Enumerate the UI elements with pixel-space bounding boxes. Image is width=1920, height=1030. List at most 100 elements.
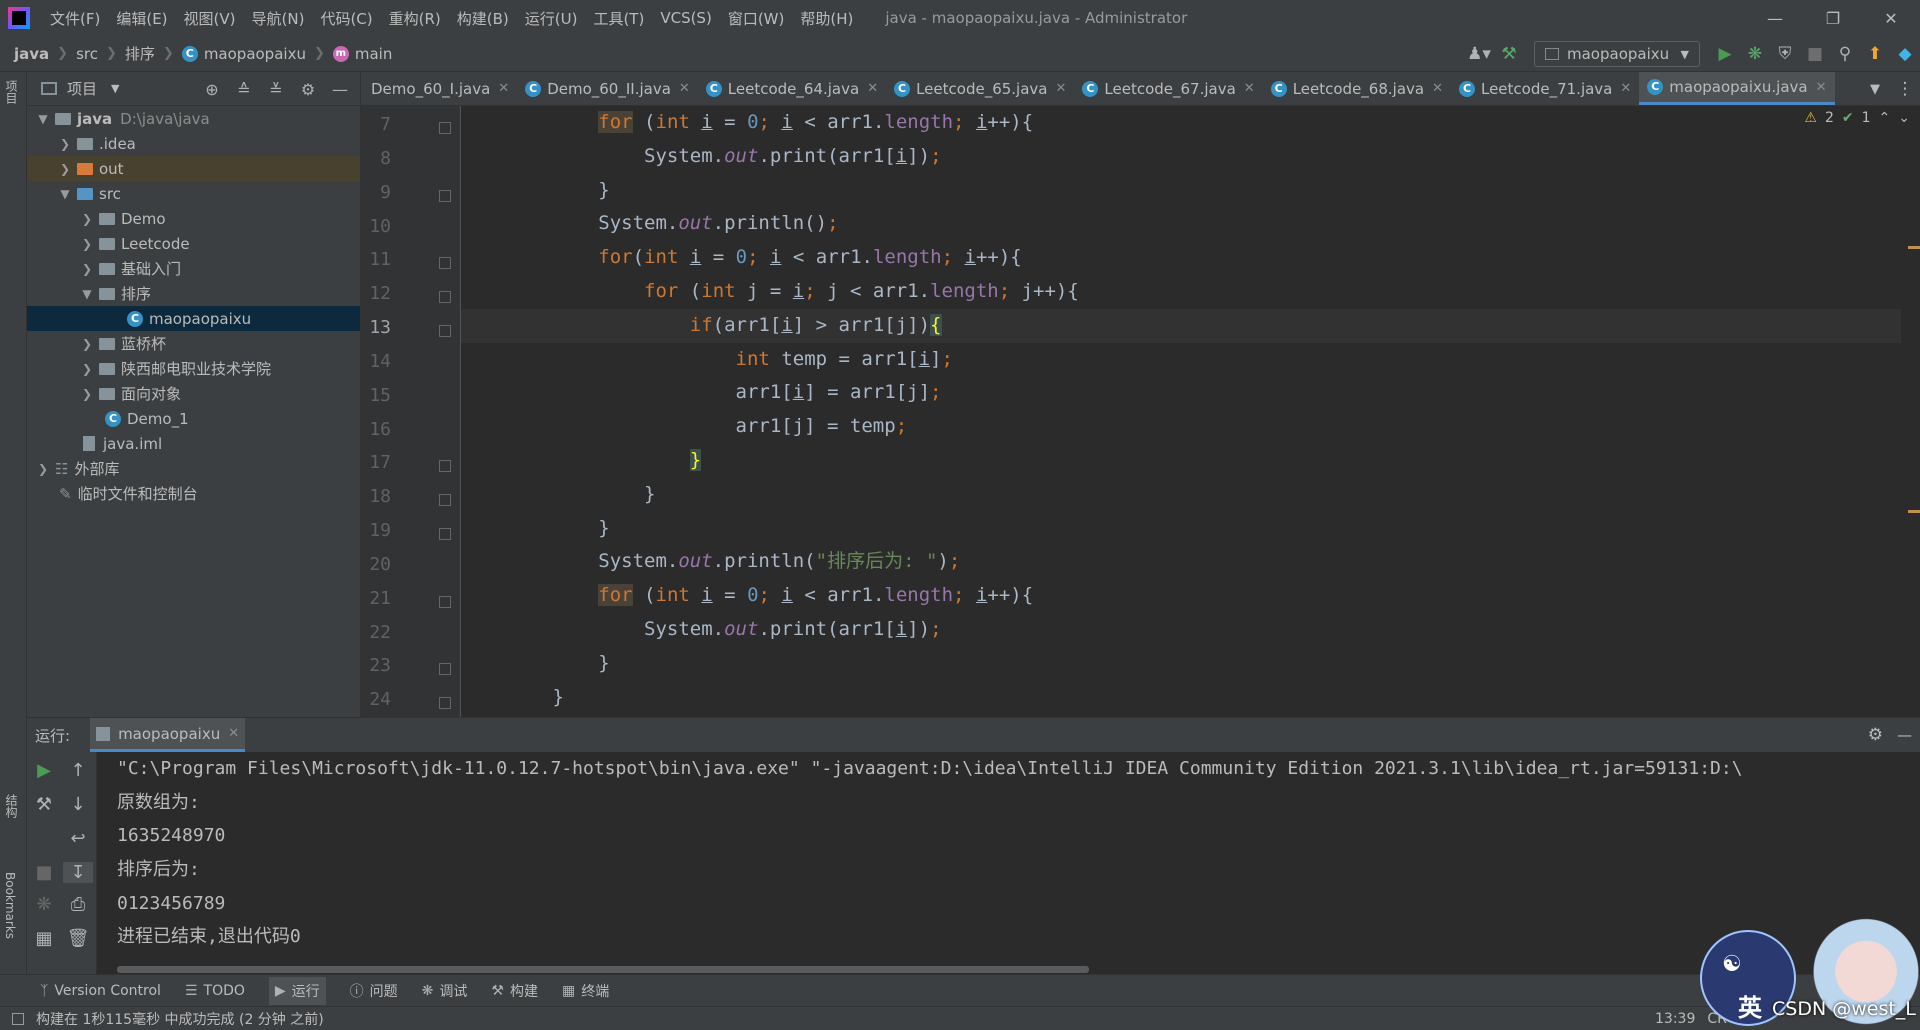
- breadcrumb-method[interactable]: m main: [332, 45, 392, 63]
- menu-tools[interactable]: 工具(T): [585, 8, 652, 29]
- close-icon[interactable]: ✕: [867, 81, 878, 96]
- chevron-right-icon[interactable]: ❯: [79, 362, 95, 376]
- tree-item-sort[interactable]: ▼ 排序: [27, 281, 360, 306]
- fold-marker-icon[interactable]: [439, 190, 451, 202]
- project-panel-title[interactable]: 项目: [67, 78, 97, 99]
- tab-demo-60-ii[interactable]: C Demo_60_II.java ✕: [517, 72, 698, 105]
- menu-code[interactable]: 代码(C): [312, 8, 380, 29]
- chevron-right-icon[interactable]: ❯: [79, 212, 95, 226]
- tree-item-demo1[interactable]: C Demo_1: [27, 406, 360, 431]
- build-hammer-icon[interactable]: ⚒: [1494, 39, 1524, 69]
- close-icon[interactable]: ✕: [1244, 81, 1255, 96]
- trash-icon[interactable]: 🗑: [63, 928, 93, 949]
- fold-marker-icon[interactable]: [439, 697, 451, 709]
- chevron-down-icon[interactable]: ▼: [79, 287, 95, 301]
- caret-position[interactable]: 13:39: [1655, 1011, 1695, 1027]
- restore-icon[interactable]: ❐: [1804, 0, 1862, 36]
- menu-view[interactable]: 视图(V): [176, 8, 244, 29]
- menu-navigate[interactable]: 导航(N): [244, 8, 313, 29]
- tree-item-out[interactable]: ❯ out: [27, 156, 360, 181]
- run-configuration-select[interactable]: maopaopaixu ▼: [1534, 41, 1700, 67]
- debug-icon[interactable]: ❋: [29, 894, 59, 915]
- jetbrains-toolbox-icon[interactable]: ◆: [1890, 39, 1920, 69]
- tool-build[interactable]: ⚒ 构建: [491, 981, 538, 1001]
- arrow-up-icon[interactable]: ↑: [63, 760, 93, 781]
- inspection-widget[interactable]: ⚠ 2 ✔ 1 ⌃ ⌄: [1804, 110, 1910, 126]
- menu-edit[interactable]: 编辑(E): [108, 8, 175, 29]
- close-icon[interactable]: ✕: [1055, 81, 1066, 96]
- console-horizontal-scrollbar[interactable]: [117, 966, 1089, 973]
- arrow-down-icon[interactable]: ↓: [63, 794, 93, 815]
- chevron-down-icon[interactable]: ▼: [1860, 74, 1890, 104]
- fold-marker-icon[interactable]: [439, 494, 451, 506]
- fold-marker-icon[interactable]: [439, 257, 451, 269]
- gear-icon[interactable]: ⚙: [1868, 725, 1883, 745]
- tool-version-control[interactable]: ᛉ Version Control: [40, 983, 161, 999]
- menu-run[interactable]: 运行(U): [517, 8, 586, 29]
- chevron-down-icon[interactable]: ▼: [111, 82, 119, 95]
- wrench-icon[interactable]: ⚒: [29, 794, 59, 815]
- project-tool-button[interactable]: 项目: [3, 80, 20, 104]
- status-toggle-icon[interactable]: [12, 1012, 24, 1025]
- tree-item-basics[interactable]: ❯ 基础入门: [27, 256, 360, 281]
- breadcrumb-package[interactable]: 排序: [125, 43, 155, 64]
- chevron-right-icon[interactable]: ❯: [79, 262, 95, 276]
- warning-stripe[interactable]: [1908, 246, 1920, 249]
- search-icon[interactable]: ⚲: [1830, 39, 1860, 69]
- tree-item-src[interactable]: ▼ src: [27, 181, 360, 206]
- fold-marker-icon[interactable]: [439, 663, 451, 675]
- tree-item-external-libs[interactable]: ❯ ☷ 外部库: [27, 456, 360, 481]
- tab-leetcode-68[interactable]: C Leetcode_68.java ✕: [1263, 72, 1451, 105]
- chevron-right-icon[interactable]: ❯: [57, 162, 73, 176]
- gear-icon[interactable]: ⚙: [292, 80, 324, 99]
- rerun-icon[interactable]: ▶: [29, 760, 59, 781]
- chevron-down-icon[interactable]: ▼: [35, 112, 51, 126]
- hide-icon[interactable]: —: [1897, 726, 1912, 744]
- chevron-down-icon[interactable]: ▼: [57, 187, 73, 201]
- tab-maopaopaixu[interactable]: Cmaopaopaixu.java ✕: [1639, 72, 1835, 105]
- tree-item-oop[interactable]: ❯ 面向对象: [27, 381, 360, 406]
- tree-item-idea[interactable]: ❯ .idea: [27, 131, 360, 156]
- console-output[interactable]: "C:\Program Files\Microsoft\jdk-11.0.12.…: [117, 752, 1917, 962]
- menu-window[interactable]: 窗口(W): [720, 8, 793, 29]
- minimize-icon[interactable]: —: [1746, 0, 1804, 36]
- update-icon[interactable]: ⬆: [1860, 39, 1890, 69]
- code-editor[interactable]: 7 8 9 10 11 12 13 14 15 16 17 18 19 20 2…: [361, 106, 1920, 717]
- collapse-all-icon[interactable]: ≚: [260, 80, 292, 99]
- tab-leetcode-71[interactable]: C Leetcode_71.java ✕: [1451, 72, 1639, 105]
- tree-item-java[interactable]: ▼ java D:\java\java: [27, 106, 360, 131]
- chevron-right-icon[interactable]: ❯: [79, 237, 95, 251]
- menu-refactor[interactable]: 重构(R): [381, 8, 449, 29]
- tree-item-java-iml[interactable]: java.iml: [27, 431, 360, 456]
- scroll-to-end-icon[interactable]: ↧: [63, 862, 93, 883]
- menu-vcs[interactable]: VCS(S): [652, 9, 719, 27]
- tree-item-scratches[interactable]: ✎ 临时文件和控制台: [27, 481, 360, 506]
- user-icon[interactable]: ♟▾: [1464, 39, 1494, 69]
- line-separator[interactable]: CR: [1707, 1011, 1727, 1027]
- fold-marker-icon[interactable]: [439, 596, 451, 608]
- tree-item-demo[interactable]: ❯ Demo: [27, 206, 360, 231]
- tab-leetcode-65[interactable]: C Leetcode_65.java ✕: [886, 72, 1074, 105]
- menu-build[interactable]: 构建(B): [449, 8, 517, 29]
- menu-help[interactable]: 帮助(H): [792, 8, 861, 29]
- tool-problems[interactable]: ⓘ 问题: [350, 981, 398, 1001]
- fold-marker-icon[interactable]: [439, 460, 451, 472]
- stop-icon[interactable]: ■: [29, 862, 59, 883]
- status-message[interactable]: 构建在 1秒115毫秒 中成功完成 (2 分钟 之前): [36, 1009, 324, 1029]
- more-icon[interactable]: ⋮: [1890, 74, 1920, 104]
- tree-item-lanqiaobei[interactable]: ❯ 蓝桥杯: [27, 331, 360, 356]
- fold-marker-icon[interactable]: [439, 528, 451, 540]
- breadcrumb-src[interactable]: src: [76, 45, 98, 63]
- tree-item-college[interactable]: ❯ 陕西邮电职业技术学院: [27, 356, 360, 381]
- tab-demo-60-i[interactable]: Demo_60_I.java ✕: [361, 72, 517, 105]
- tool-debug[interactable]: ❋ 调试: [422, 981, 468, 1001]
- locate-icon[interactable]: ⊕: [196, 80, 228, 99]
- tab-leetcode-64[interactable]: C Leetcode_64.java ✕: [698, 72, 886, 105]
- hide-icon[interactable]: —: [324, 80, 356, 99]
- close-icon[interactable]: ✕: [498, 81, 509, 96]
- breadcrumb-class[interactable]: Cmaopaopaixu: [181, 45, 306, 63]
- expand-all-icon[interactable]: ≙: [228, 80, 260, 99]
- soft-wrap-icon[interactable]: ↩: [63, 828, 93, 849]
- close-icon[interactable]: ✕: [1862, 0, 1920, 36]
- tree-item-leetcode[interactable]: ❯ Leetcode: [27, 231, 360, 256]
